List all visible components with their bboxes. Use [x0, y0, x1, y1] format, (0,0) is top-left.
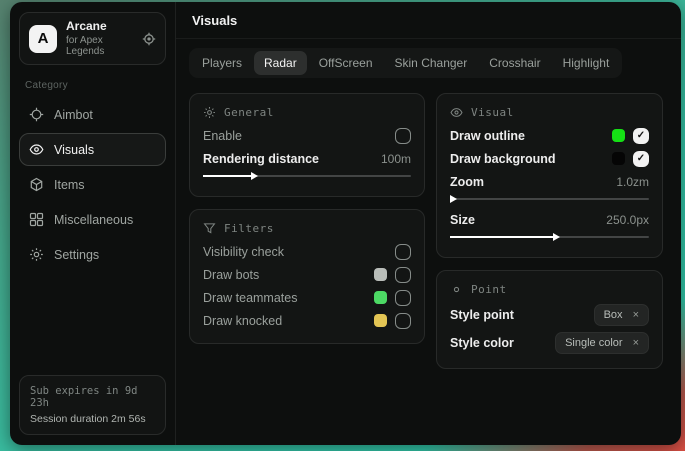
rendering-distance-row: Rendering distance 100m	[203, 147, 411, 170]
tab-highlight[interactable]: Highlight	[553, 51, 620, 75]
sidebar-item-settings[interactable]: Settings	[19, 238, 166, 271]
main-area: Visuals Players Radar OffScreen Skin Cha…	[176, 2, 681, 445]
size-label: Size	[450, 213, 598, 227]
draw-outline-row: Draw outline ✓	[450, 124, 649, 147]
style-color-row: Style color Single color ×	[450, 329, 649, 357]
sidebar-item-items[interactable]: Items	[19, 168, 166, 201]
slider-thumb[interactable]	[450, 195, 457, 203]
style-point-row: Style point Box ×	[450, 301, 649, 329]
panel-title: Filters	[224, 222, 274, 235]
style-point-value: Box	[604, 309, 623, 321]
draw-teammates-color-swatch[interactable]	[374, 291, 387, 304]
visibility-check-row: Visibility check	[203, 240, 411, 263]
gear-icon	[29, 247, 44, 262]
eye-icon	[450, 106, 463, 119]
sidebar-item-label: Settings	[54, 248, 99, 262]
rendering-distance-label: Rendering distance	[203, 152, 373, 166]
check-icon: ✓	[637, 154, 645, 164]
zoom-slider[interactable]	[450, 194, 649, 203]
check-icon: ✓	[637, 131, 645, 141]
app-subtitle: for Apex Legends	[66, 35, 133, 57]
size-slider[interactable]	[450, 232, 649, 241]
rendering-distance-value: 100m	[381, 152, 411, 166]
enable-checkbox[interactable]	[395, 128, 411, 144]
grid-icon	[29, 212, 44, 227]
zoom-value: 1.0zm	[616, 175, 649, 189]
close-icon[interactable]: ×	[633, 309, 639, 321]
draw-knocked-row: Draw knocked	[203, 309, 411, 332]
sidebar-item-miscellaneous[interactable]: Miscellaneous	[19, 203, 166, 236]
dot-icon	[450, 283, 463, 296]
eye-icon	[29, 142, 44, 157]
sidebar-item-visuals[interactable]: Visuals	[19, 133, 166, 166]
draw-teammates-row: Draw teammates	[203, 286, 411, 309]
style-point-label: Style point	[450, 308, 586, 322]
crosshair-icon	[29, 107, 44, 122]
tab-players[interactable]: Players	[192, 51, 252, 75]
sidebar-item-aimbot[interactable]: Aimbot	[19, 98, 166, 131]
page-title: Visuals	[192, 13, 665, 28]
app-window: A Arcane for Apex Legends Category Aimbo	[10, 2, 681, 445]
filters-panel: Filters Visibility check Draw bots Draw …	[189, 209, 425, 344]
target-icon[interactable]	[142, 32, 156, 46]
page-header: Visuals	[176, 2, 681, 39]
rendering-distance-slider[interactable]	[203, 171, 411, 180]
draw-background-row: Draw background ✓	[450, 147, 649, 170]
draw-teammates-checkbox[interactable]	[395, 290, 411, 306]
size-value: 250.0px	[606, 213, 649, 227]
sub-expires-text: Sub expires in 9d 23h	[30, 385, 155, 409]
subscription-card: Sub expires in 9d 23h Session duration 2…	[19, 375, 166, 435]
sidebar-item-label: Visuals	[54, 143, 94, 157]
style-color-value: Single color	[565, 337, 622, 349]
sidebar: A Arcane for Apex Legends Category Aimbo	[10, 2, 176, 445]
session-duration-text: Session duration 2m 56s	[30, 413, 155, 425]
tab-offscreen[interactable]: OffScreen	[309, 51, 383, 75]
funnel-icon	[203, 222, 216, 235]
sidebar-item-label: Miscellaneous	[54, 213, 133, 227]
enable-row: Enable	[203, 124, 411, 147]
close-icon[interactable]: ×	[633, 337, 639, 349]
panel-title: General	[224, 106, 274, 119]
enable-label: Enable	[203, 129, 387, 143]
draw-knocked-color-swatch[interactable]	[374, 314, 387, 327]
general-panel: General Enable Rendering distance 100m	[189, 93, 425, 197]
draw-bots-row: Draw bots	[203, 263, 411, 286]
gear-icon	[203, 106, 216, 119]
draw-background-checkbox[interactable]: ✓	[633, 151, 649, 167]
draw-outline-color-swatch[interactable]	[612, 129, 625, 142]
tab-bar: Players Radar OffScreen Skin Changer Cro…	[189, 48, 622, 78]
slider-thumb[interactable]	[251, 172, 258, 180]
slider-thumb[interactable]	[553, 233, 560, 241]
draw-bots-color-swatch[interactable]	[374, 268, 387, 281]
tab-radar[interactable]: Radar	[254, 51, 307, 75]
panel-title: Visual	[471, 106, 514, 119]
style-color-label: Style color	[450, 336, 547, 350]
draw-bots-checkbox[interactable]	[395, 267, 411, 283]
tab-skin-changer[interactable]: Skin Changer	[385, 51, 478, 75]
package-icon	[29, 177, 44, 192]
sidebar-item-label: Aimbot	[54, 108, 93, 122]
draw-knocked-checkbox[interactable]	[395, 313, 411, 329]
category-label: Category	[25, 80, 160, 91]
draw-background-color-swatch[interactable]	[612, 152, 625, 165]
tab-crosshair[interactable]: Crosshair	[479, 51, 550, 75]
style-color-select[interactable]: Single color ×	[555, 332, 649, 354]
app-title: Arcane	[66, 20, 133, 33]
panel-title: Point	[471, 283, 507, 296]
visibility-check-checkbox[interactable]	[395, 244, 411, 260]
draw-outline-checkbox[interactable]: ✓	[633, 128, 649, 144]
sidebar-item-label: Items	[54, 178, 85, 192]
brand-card: A Arcane for Apex Legends	[19, 12, 166, 65]
zoom-label: Zoom	[450, 175, 608, 189]
style-point-select[interactable]: Box ×	[594, 304, 649, 326]
zoom-row: Zoom 1.0zm	[450, 170, 649, 193]
visual-panel: Visual Draw outline ✓ Draw background ✓ …	[436, 93, 663, 258]
app-logo: A	[29, 25, 57, 53]
point-panel: Point Style point Box × Style color Sing…	[436, 270, 663, 369]
size-row: Size 250.0px	[450, 208, 649, 231]
